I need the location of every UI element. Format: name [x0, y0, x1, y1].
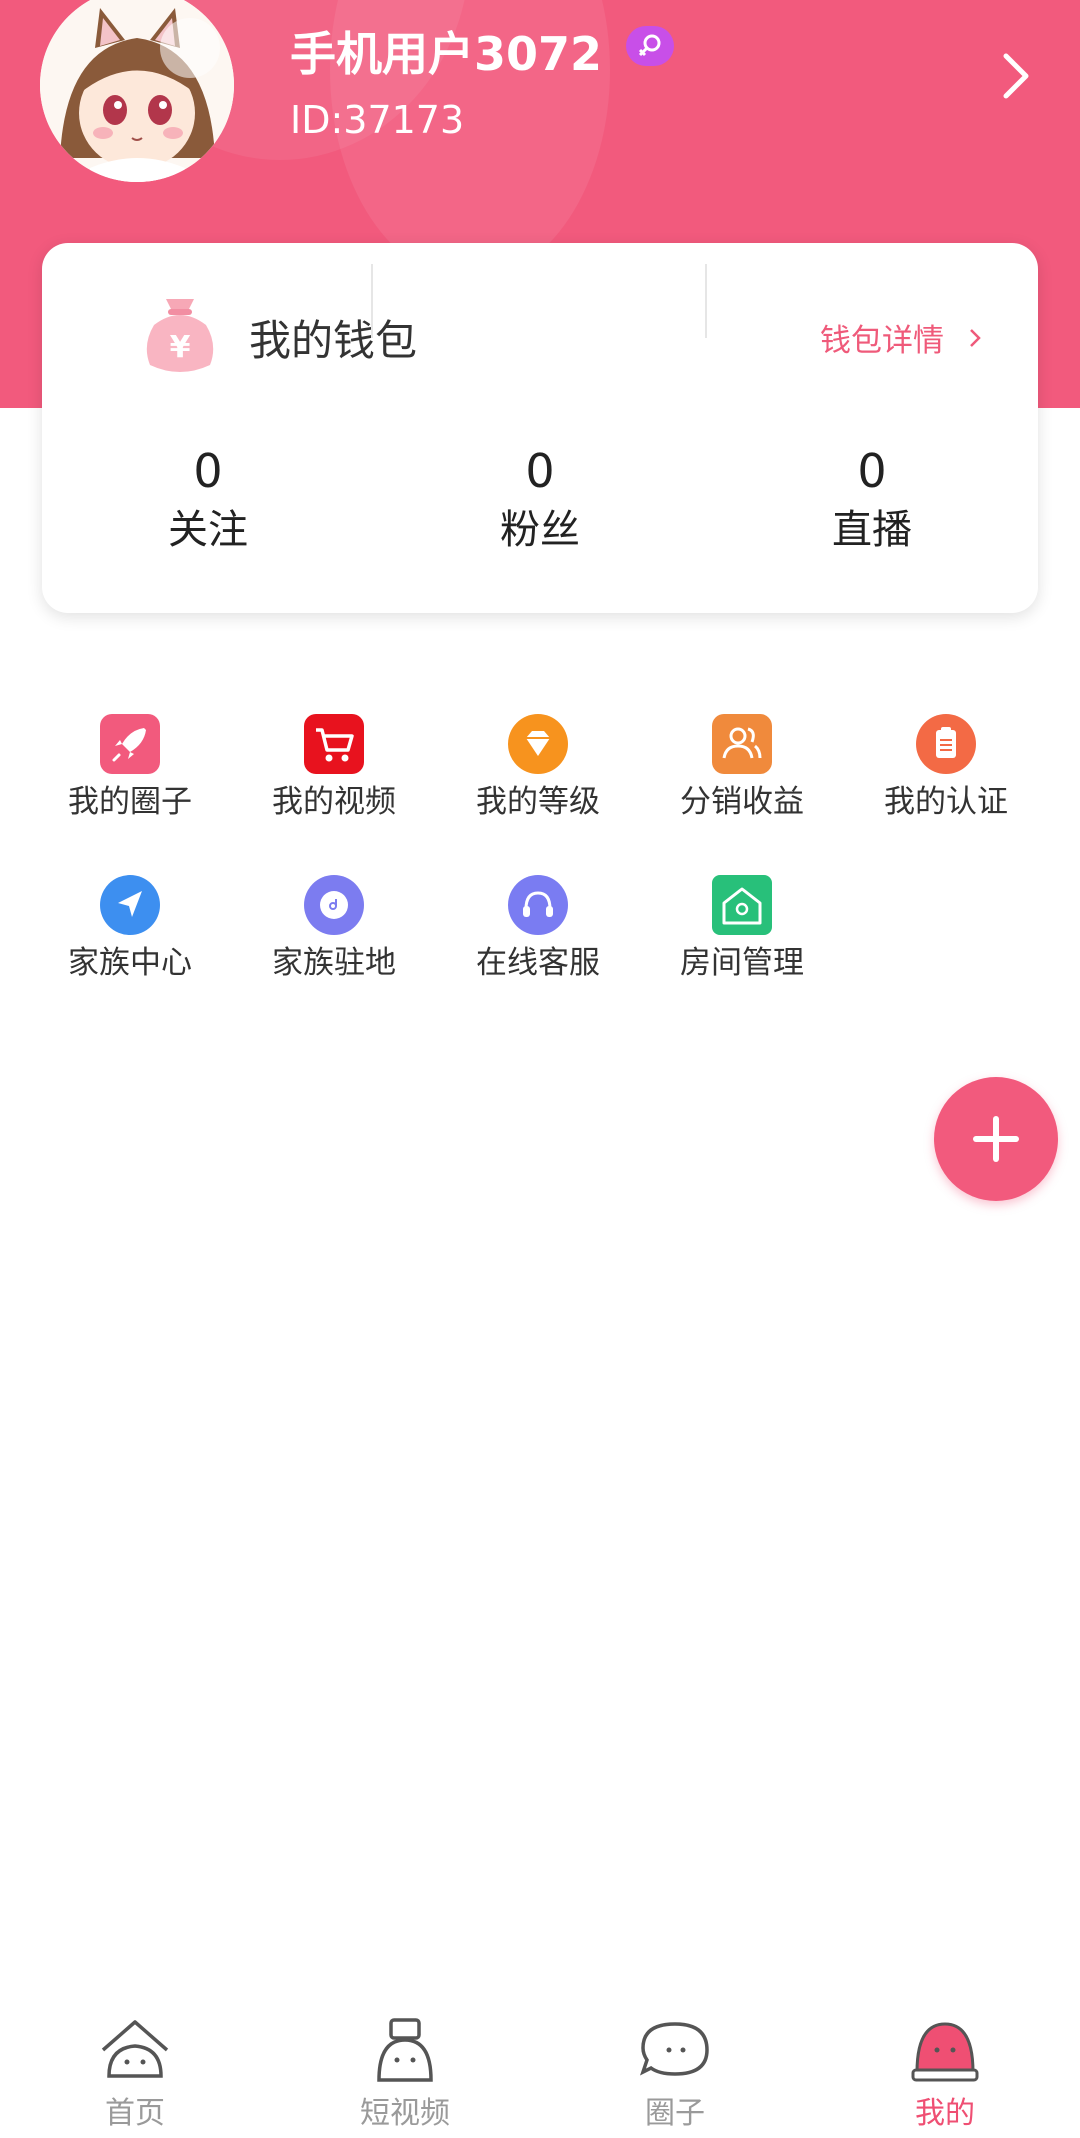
chevron-right-icon[interactable]	[996, 52, 1036, 100]
plus-icon	[973, 1116, 1019, 1162]
video-tab-icon	[377, 2018, 433, 2082]
stat-value: 0	[857, 444, 887, 498]
stats-row: 0 关注 0 粉丝 0 直播	[42, 443, 1038, 573]
stat-label: 粉丝	[500, 507, 580, 553]
user-id: ID:37173	[290, 98, 465, 142]
tab-circle[interactable]: 圈子	[540, 1990, 810, 2138]
rocket-icon	[100, 714, 160, 774]
clipboard-icon	[916, 714, 976, 774]
divider	[371, 264, 373, 338]
divider	[705, 264, 707, 338]
people-icon	[712, 714, 772, 774]
wallet-detail-link[interactable]: 钱包详情	[820, 315, 982, 360]
stat-value: 0	[525, 444, 555, 498]
house-icon	[712, 875, 772, 935]
top-action-icons[interactable]	[850, 0, 1030, 12]
menu-item-label: 房间管理	[680, 945, 804, 981]
wallet-detail-label: 钱包详情	[820, 323, 944, 359]
username: 手机用户3072	[290, 27, 603, 81]
navigation-icon	[100, 875, 160, 935]
menu-item-label: 分销收益	[680, 784, 804, 820]
wallet-title: 我的钱包	[249, 316, 418, 365]
headset-icon	[508, 875, 568, 935]
menu-item-label: 家族驻地	[272, 945, 396, 981]
home-tab-icon	[101, 2020, 169, 2078]
stat-fans[interactable]: 0 粉丝	[374, 443, 706, 573]
wallet-card: ¥ 我的钱包 钱包详情 0 关注 0 粉丝 0 直播	[42, 243, 1038, 613]
tab-label: 首页	[105, 2096, 165, 2131]
chevron-right-icon	[970, 328, 981, 347]
stat-following[interactable]: 0 关注	[42, 443, 374, 573]
menu-item-family-center[interactable]: 家族中心	[28, 861, 232, 1011]
avatar[interactable]	[40, 0, 234, 182]
tab-label: 我的	[915, 2096, 975, 2131]
menu-item-label: 家族中心	[68, 945, 192, 981]
menu-item-label: 我的圈子	[68, 784, 192, 820]
diamond-icon	[508, 714, 568, 774]
menu-item-label: 我的视频	[272, 784, 396, 820]
menu-item-room-management[interactable]: 房间管理	[640, 861, 844, 1011]
bottom-tab-bar: 首页 短视频 圈子 我的	[0, 1990, 1080, 2138]
circle-tab-icon	[640, 2022, 709, 2076]
stat-value: 0	[193, 444, 223, 498]
menu-item-label: 我的认证	[884, 784, 1008, 820]
add-button[interactable]	[934, 1077, 1058, 1201]
menu-item-distribution-earnings[interactable]: 分销收益	[640, 700, 844, 850]
menu-item-label: 我的等级	[476, 784, 600, 820]
menu-item-my-verification[interactable]: 我的认证	[844, 700, 1048, 850]
menu-item-my-level[interactable]: 我的等级	[436, 700, 640, 850]
menu-item-label: 在线客服	[476, 945, 600, 981]
menu-item-my-videos[interactable]: 我的视频	[232, 700, 436, 850]
cart-icon	[304, 714, 364, 774]
menu-item-online-service[interactable]: 在线客服	[436, 861, 640, 1011]
tab-me[interactable]: 我的	[810, 1990, 1080, 2138]
disc-icon	[304, 875, 364, 935]
tab-label: 圈子	[645, 2096, 705, 2131]
stat-label: 关注	[168, 507, 248, 553]
tab-home[interactable]: 首页	[0, 1990, 270, 2138]
svg-text:¥: ¥	[170, 330, 191, 365]
me-tab-icon	[911, 2022, 979, 2082]
tab-short-video[interactable]: 短视频	[270, 1990, 540, 2138]
stat-label: 直播	[832, 507, 912, 553]
female-gender-icon	[626, 26, 674, 66]
tab-label: 短视频	[360, 2096, 450, 2131]
stat-live[interactable]: 0 直播	[706, 443, 1038, 573]
money-bag-icon: ¥	[146, 299, 214, 372]
menu-item-family-station[interactable]: 家族驻地	[232, 861, 436, 1011]
menu-item-my-circle[interactable]: 我的圈子	[28, 700, 232, 850]
